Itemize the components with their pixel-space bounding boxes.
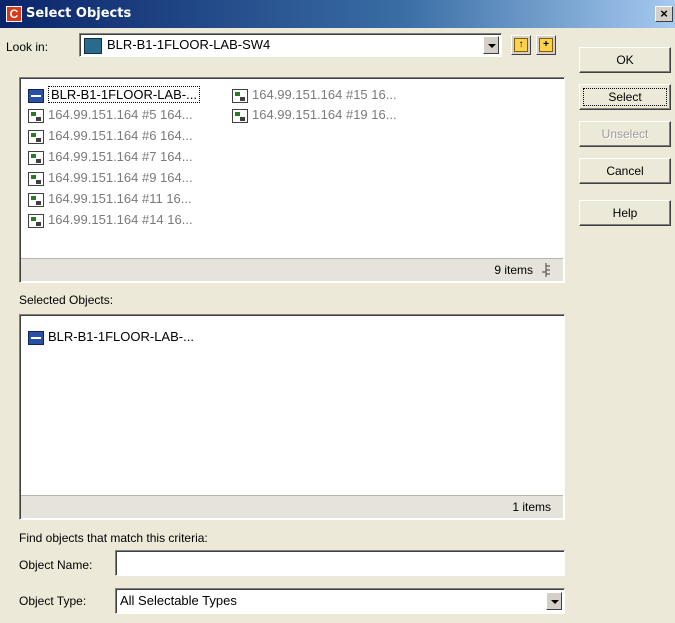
list-item[interactable]: 164.99.151.164 #9 164... (28, 169, 193, 187)
port-icon (28, 108, 44, 123)
look-in-combo[interactable]: BLR-B1-1FLOOR-LAB-SW4 (79, 33, 502, 57)
port-icon (28, 213, 44, 228)
object-name-label: Object Name: (19, 558, 93, 572)
criteria-heading: Find objects that match this criteria: (19, 531, 208, 545)
select-objects-dialog: C Select Objects × Look in: BLR-B1-1FLOO… (0, 0, 675, 623)
object-type-dropdown-button[interactable] (546, 592, 562, 610)
folder-browse-icon: + (539, 38, 553, 52)
list-item[interactable]: 164.99.151.164 #19 16... (232, 106, 397, 124)
look-in-value: BLR-B1-1FLOOR-LAB-SW4 (107, 37, 271, 52)
folder-up-icon: ↑ (514, 38, 528, 52)
switch-icon (28, 88, 44, 103)
app-icon: C (6, 6, 22, 22)
list-item[interactable]: 164.99.151.164 #15 16... (232, 86, 397, 104)
browse-into-button[interactable]: + (536, 35, 556, 55)
look-in-label: Look in: (6, 40, 49, 54)
list-item[interactable]: 164.99.151.164 #7 164... (28, 148, 193, 166)
object-name-field[interactable] (115, 550, 565, 576)
list-item[interactable]: BLR-B1-1FLOOR-LAB-... (28, 86, 200, 104)
title-bar[interactable]: C Select Objects × (0, 0, 675, 28)
list-item[interactable]: BLR-B1-1FLOOR-LAB-... (28, 328, 194, 346)
list-item[interactable]: 164.99.151.164 #6 164... (28, 127, 193, 145)
window-title: Select Objects (26, 6, 132, 21)
list-item[interactable]: 164.99.151.164 #14 16... (28, 211, 193, 229)
objects-list[interactable]: BLR-B1-1FLOOR-LAB-... 164.99.151.164 #5 … (19, 77, 565, 283)
port-icon (232, 108, 248, 123)
port-icon (28, 171, 44, 186)
port-icon (232, 88, 248, 103)
up-level-button[interactable]: ↑ (511, 35, 531, 55)
selected-count: 1 items (512, 500, 551, 514)
object-type-value: All Selectable Types (120, 593, 237, 608)
objects-count: 9 items (494, 263, 533, 277)
object-type-select[interactable]: All Selectable Types (115, 588, 565, 614)
look-in-dropdown-button[interactable] (483, 36, 499, 54)
ok-button[interactable]: OK (579, 47, 671, 73)
unselect-button[interactable]: Unselect (579, 121, 671, 147)
help-button[interactable]: Help (579, 200, 671, 226)
port-icon (28, 192, 44, 207)
close-button[interactable]: × (655, 6, 673, 22)
objects-status-bar: 9 items (21, 258, 563, 281)
container-icon (84, 38, 102, 54)
switch-icon (28, 330, 44, 345)
port-icon (28, 150, 44, 165)
selected-objects-list[interactable]: BLR-B1-1FLOOR-LAB-... 1 items (19, 314, 565, 520)
selected-objects-label: Selected Objects: (19, 293, 114, 307)
selected-status-bar: 1 items (21, 495, 563, 518)
port-icon (28, 129, 44, 144)
list-item[interactable]: 164.99.151.164 #11 16... (28, 190, 192, 208)
cancel-button[interactable]: Cancel (579, 158, 671, 184)
list-item[interactable]: 164.99.151.164 #5 164... (28, 106, 193, 124)
resize-grip-icon[interactable] (539, 262, 553, 278)
select-button[interactable]: Select (579, 84, 671, 110)
object-type-label: Object Type: (19, 594, 87, 608)
